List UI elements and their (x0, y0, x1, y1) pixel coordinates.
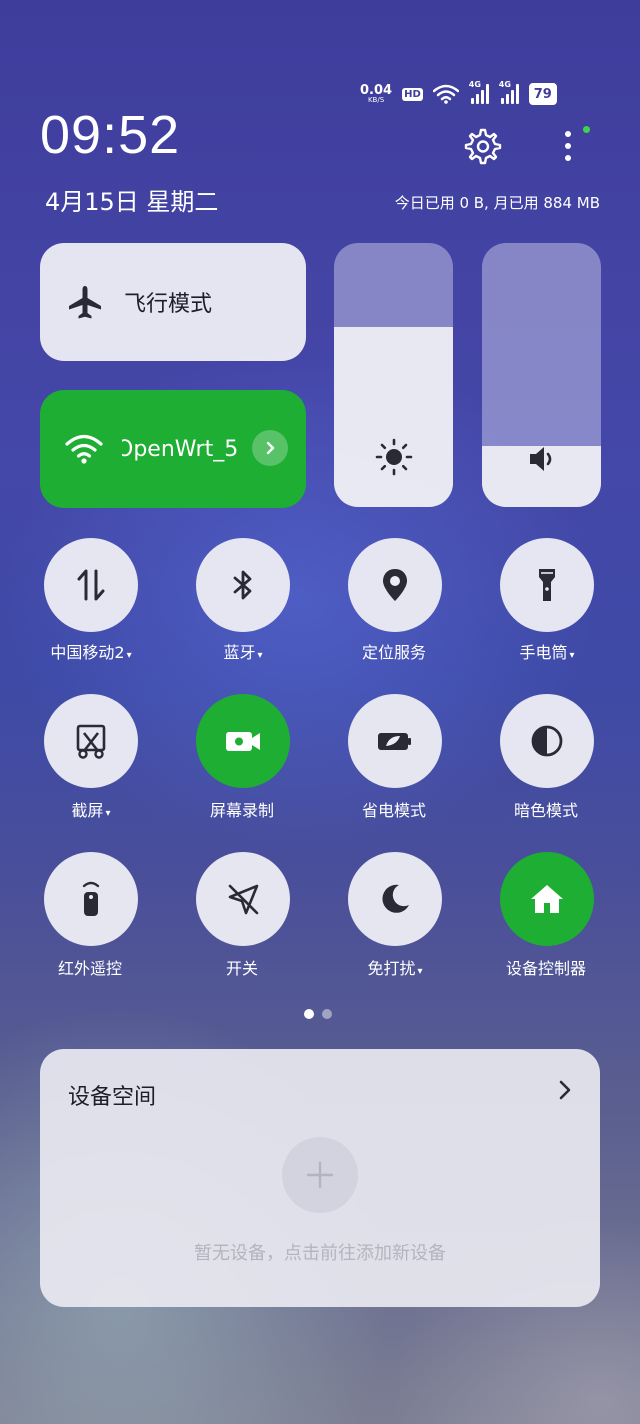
gear-icon (464, 128, 502, 165)
notification-dot (583, 126, 590, 133)
ir-remote-label[interactable]: 红外遥控 (31, 955, 151, 979)
page-dot-inactive (322, 1009, 332, 1019)
wifi-tile[interactable]: OpenWrt_5 (40, 390, 306, 508)
device-controller-label[interactable]: 设备控制器 (487, 955, 607, 979)
volume-slider[interactable] (482, 243, 601, 507)
video-camera-icon (226, 732, 260, 751)
brightness-slider[interactable] (334, 243, 453, 507)
location-label-text: 定位服务 (361, 643, 426, 662)
screen-record-label[interactable]: 屏幕录制 (183, 797, 303, 821)
chevron-right-icon (559, 1080, 571, 1100)
data-usage[interactable]: 今日已用 0 B, 月已用 884 MB (395, 192, 600, 213)
device-space-empty-text[interactable]: 暂无设备，点击前往添加新设备 (40, 1239, 600, 1265)
wifi-signal-icon (432, 84, 459, 104)
screenshot-label[interactable]: 截屏 ▾ (31, 797, 151, 821)
network-speed-unit: KB/S (367, 96, 385, 104)
date: 4月15日 星期二 (45, 188, 219, 216)
flashlight-icon (539, 569, 555, 601)
clock: 09:52 (40, 105, 181, 165)
page-dot-active (304, 1009, 314, 1019)
dropdown-caret-icon: ▾ (569, 650, 575, 661)
screenshot-scissors-icon (76, 724, 106, 759)
plus-icon (306, 1161, 334, 1189)
device-space-title: 设备空间 (68, 1085, 157, 1110)
ir-remote-label-text: 红外遥控 (57, 959, 122, 978)
bluetooth-toggle[interactable] (196, 538, 290, 632)
remote-control-icon (82, 881, 100, 916)
screen-record-label-text: 屏幕录制 (209, 801, 274, 820)
hd-voice-badge: HD (402, 87, 423, 101)
mobile-data-label[interactable]: 中国移动2 ▾ (31, 639, 151, 663)
dropdown-caret-icon: ▾ (417, 966, 423, 977)
location-label[interactable]: 定位服务 (335, 639, 455, 663)
do-not-disturb-toggle[interactable] (348, 852, 442, 946)
power-saving-toggle[interactable] (348, 694, 442, 788)
power-saving-label-text: 省电模式 (361, 801, 426, 820)
battery-indicator: 79 (528, 83, 557, 105)
screenshot-toggle[interactable] (44, 694, 138, 788)
bluetooth-label[interactable]: 蓝牙 ▾ (183, 639, 303, 663)
moon-icon (382, 884, 409, 913)
location-toggle[interactable] (348, 538, 442, 632)
battery-leaf-icon (378, 733, 411, 750)
dark-mode-label[interactable]: 暗色模式 (487, 797, 607, 821)
flashlight-label-text: 手电筒 (519, 643, 568, 662)
device-controller-toggle[interactable] (500, 852, 594, 946)
dropdown-caret-icon: ▾ (257, 650, 263, 661)
contrast-icon (531, 725, 563, 757)
more-vertical-icon (565, 131, 571, 161)
airplane-mode-tile[interactable]: 飞行模式 (40, 243, 306, 361)
send-off-icon (228, 884, 259, 915)
device-controller-label-text: 设备控制器 (505, 959, 586, 978)
cellular-signal-1-icon: 4G (469, 80, 489, 104)
wifi-icon (65, 434, 103, 464)
location-pin-icon (383, 569, 407, 601)
airplane-icon (69, 286, 101, 319)
switch-label[interactable]: 开关 (183, 955, 303, 979)
brightness-level-fill (334, 327, 453, 507)
page-indicator (304, 1009, 332, 1019)
status-bar: 0.04 KB/S HD 4G 4G 79 (360, 80, 600, 108)
wifi-network-name: OpenWrt_5 (122, 436, 239, 462)
dark-mode-toggle[interactable] (500, 694, 594, 788)
cellular-signal-2-icon: 4G (499, 80, 519, 104)
dropdown-caret-icon: ▾ (105, 808, 111, 819)
dropdown-caret-icon: ▾ (126, 650, 132, 661)
switch-toggle[interactable] (196, 852, 290, 946)
more-options-button[interactable] (558, 124, 578, 168)
data-transfer-icon (77, 569, 105, 601)
flashlight-label[interactable]: 手电筒 ▾ (487, 639, 607, 663)
settings-button[interactable] (462, 126, 502, 166)
airplane-mode-label: 飞行模式 (124, 292, 213, 317)
add-device-button[interactable] (282, 1137, 358, 1213)
signal-2-type: 4G (498, 80, 511, 89)
chevron-right-icon (266, 441, 275, 455)
screenshot-label-text: 截屏 (71, 801, 104, 820)
signal-1-type: 4G (468, 80, 481, 89)
network-speed: 0.04 KB/S (360, 84, 392, 104)
do-not-disturb-label[interactable]: 免打扰 ▾ (335, 955, 455, 979)
bluetooth-label-text: 蓝牙 (223, 643, 256, 662)
screen-record-toggle[interactable] (196, 694, 290, 788)
home-icon (531, 885, 563, 913)
sun-icon (375, 438, 412, 476)
dark-mode-label-text: 暗色模式 (513, 801, 578, 820)
do-not-disturb-label-text: 免打扰 (367, 959, 416, 978)
device-space-card[interactable]: 设备空间 暂无设备，点击前往添加新设备 (40, 1049, 600, 1307)
wifi-details-button[interactable] (252, 430, 288, 466)
device-space-open-button[interactable] (556, 1079, 574, 1105)
flashlight-toggle[interactable] (500, 538, 594, 632)
power-saving-label[interactable]: 省电模式 (335, 797, 455, 821)
mobile-data-toggle[interactable] (44, 538, 138, 632)
ir-remote-toggle[interactable] (44, 852, 138, 946)
switch-label-text: 开关 (225, 959, 258, 978)
mobile-data-label-text: 中国移动2 (50, 643, 125, 662)
speaker-icon (529, 447, 551, 471)
bluetooth-icon (233, 570, 252, 600)
